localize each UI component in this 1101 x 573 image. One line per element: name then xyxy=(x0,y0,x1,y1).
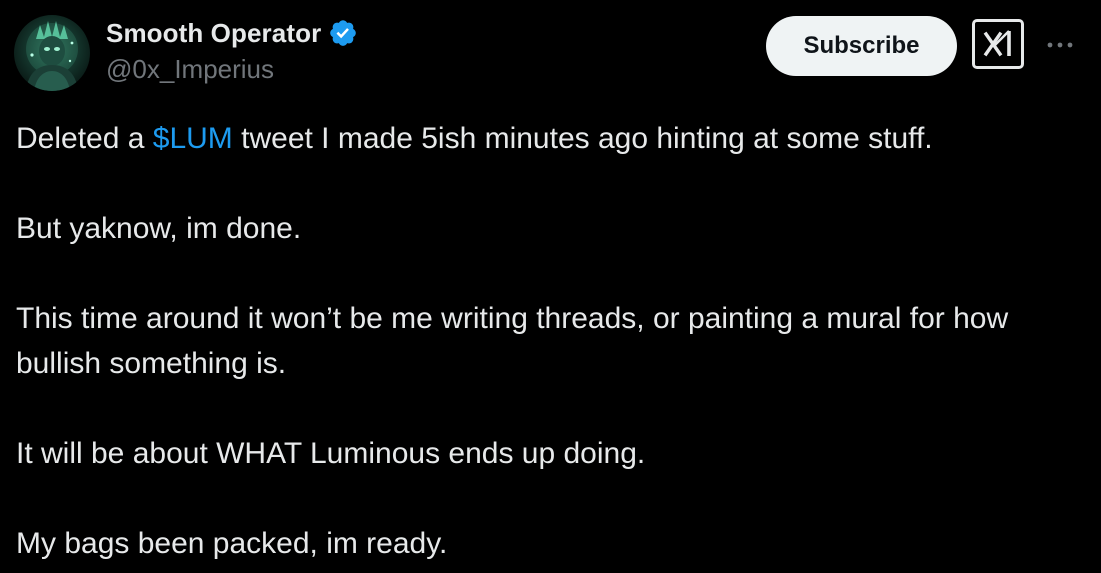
tweet-header: Smooth Operator @0x_Imperius Subscribe xyxy=(0,0,1101,110)
author-handle[interactable]: @0x_Imperius xyxy=(106,54,358,85)
more-icon xyxy=(1047,42,1073,48)
more-options-button[interactable] xyxy=(1042,30,1078,60)
tweet-paragraph: Deleted a $LUM tweet I made 5ish minutes… xyxy=(16,116,1086,161)
avatar-image xyxy=(26,21,78,91)
text-segment: tweet I made 5ish minutes ago hinting at… xyxy=(232,122,933,155)
tweet-paragraph: This time around it won’t be me writing … xyxy=(16,302,1009,380)
tweet-text: Deleted a $LUM tweet I made 5ish minutes… xyxy=(16,116,1086,566)
tweet-paragraph: It will be about WHAT Luminous ends up d… xyxy=(16,437,646,470)
grok-button[interactable] xyxy=(972,19,1024,69)
verified-badge-icon[interactable] xyxy=(328,18,358,48)
author-block: Smooth Operator @0x_Imperius xyxy=(106,14,358,85)
cashtag-link[interactable]: $LUM xyxy=(153,122,233,155)
display-name[interactable]: Smooth Operator xyxy=(106,18,321,49)
tweet-paragraph: My bags been packed, im ready. xyxy=(16,527,448,560)
grok-icon xyxy=(983,30,1011,57)
name-row: Smooth Operator xyxy=(106,14,358,52)
tweet-card: Smooth Operator @0x_Imperius Subscribe D… xyxy=(0,0,1101,573)
subscribe-button[interactable]: Subscribe xyxy=(766,16,957,76)
text-segment: Deleted a xyxy=(16,122,153,155)
tweet-paragraph: But yaknow, im done. xyxy=(16,212,302,245)
avatar[interactable] xyxy=(14,15,90,91)
